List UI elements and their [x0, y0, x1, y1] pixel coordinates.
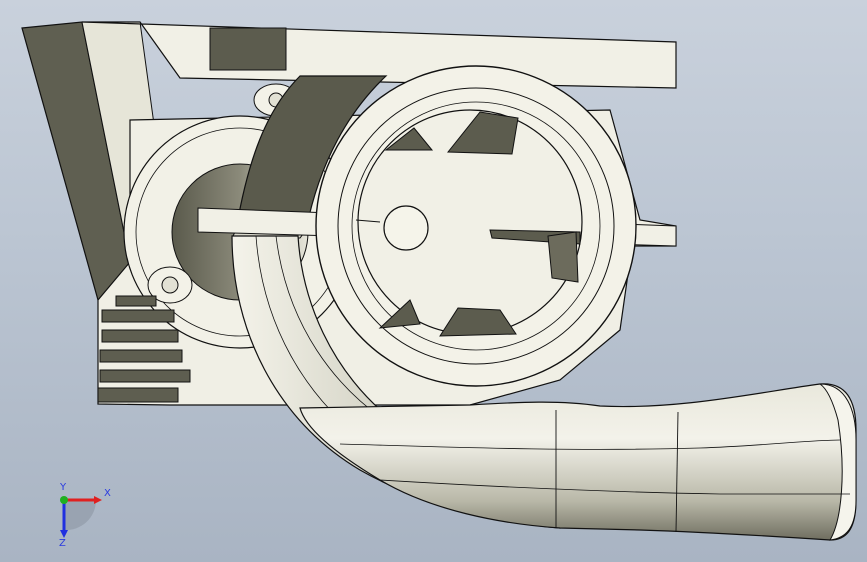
graphics-viewport[interactable]: X Y Z [0, 0, 867, 562]
top-bracket-slot[interactable] [209, 27, 287, 71]
x-axis-arrow [94, 496, 102, 504]
fan-hub[interactable] [383, 205, 429, 251]
z-axis-label: Z [59, 538, 66, 548]
y-axis-dot [60, 496, 68, 504]
z-axis-arrow [60, 530, 68, 538]
outlet-pipe[interactable] [299, 383, 857, 541]
triad-shadow [64, 500, 97, 531]
axis-triad: X Y Z [59, 482, 111, 548]
cad-model[interactable] [0, 0, 867, 562]
x-axis-label: X [104, 488, 111, 499]
y-axis-label: Y [59, 482, 67, 493]
